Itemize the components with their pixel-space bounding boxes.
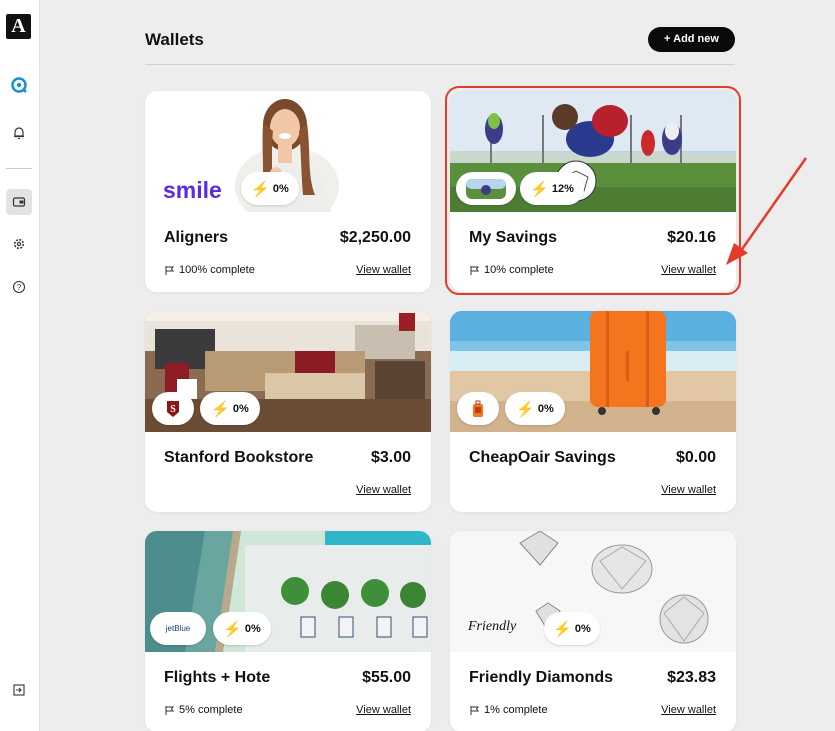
wallet-card[interactable]: ⚡ 12% My Savings $20.16 10% complete Vie…	[450, 91, 736, 292]
wallet-icon[interactable]	[6, 189, 32, 215]
wallet-name: Stanford Bookstore	[164, 449, 314, 466]
progress-text: 100% complete	[164, 264, 255, 276]
wallet-card[interactable]: Friendly ⚡ 0% Friendly Diamonds $23.83 1…	[450, 531, 736, 731]
logout-icon[interactable]	[8, 679, 30, 701]
wallet-card[interactable]: ⚡ 0% CheapOair Savings $0.00 View wallet	[450, 311, 736, 512]
flag-icon	[165, 705, 174, 715]
boost-value: 0%	[244, 622, 261, 635]
lightning-icon: ⚡	[223, 620, 242, 638]
brand-badge	[457, 392, 499, 425]
wallet-amount: $55.00	[362, 669, 411, 686]
boost-badge: ⚡ 0%	[241, 172, 299, 205]
view-wallet-link[interactable]: View wallet	[661, 704, 716, 716]
wallet-card[interactable]: smile ⚡ 0% Aligners $2,250.00 100% compl…	[145, 91, 431, 292]
lightning-icon: ⚡	[530, 180, 549, 198]
boost-badge: ⚡ 0%	[505, 392, 565, 425]
view-wallet-link[interactable]: View wallet	[661, 264, 716, 276]
progress-text: 1% complete	[469, 704, 548, 716]
brand-logo: jetBlue	[165, 624, 191, 633]
boost-value: 0%	[232, 402, 249, 415]
app-logo[interactable]: A	[6, 14, 31, 39]
brand-badge: jetBlue	[150, 612, 206, 645]
wallet-amount: $0.00	[675, 449, 716, 466]
bell-icon[interactable]	[8, 122, 30, 144]
boost-badge: ⚡ 0%	[544, 612, 600, 645]
wallet-card[interactable]: jetBlue ⚡ 0% Flights + Hote $55.00 5% co…	[145, 531, 431, 731]
flag-icon	[470, 705, 479, 715]
wallet-name: Friendly Diamonds	[469, 669, 614, 686]
boost-value: 0%	[272, 182, 289, 195]
brand-icon[interactable]	[8, 74, 30, 96]
lightning-icon: ⚡	[516, 400, 535, 418]
wallet-name: Flights + Hote	[164, 669, 271, 686]
boost-value: 0%	[574, 622, 591, 635]
flag-icon	[165, 265, 174, 275]
boost-badge: ⚡ 12%	[520, 172, 584, 205]
lightning-icon: ⚡	[251, 180, 270, 198]
wallet-amount: $2,250.00	[339, 229, 411, 246]
brand-badge	[456, 172, 516, 205]
boost-value: 0%	[537, 402, 554, 415]
wallet-name: CheapOair Savings	[469, 449, 616, 466]
wallet-name: My Savings	[469, 229, 558, 246]
progress-label: 5% complete	[179, 704, 243, 716]
progress-label: 100% complete	[179, 264, 255, 276]
gear-icon[interactable]	[8, 233, 30, 255]
progress-text: 10% complete	[469, 264, 554, 276]
svg-text:?: ?	[17, 283, 22, 292]
wallet-amount: $23.83	[667, 669, 716, 686]
brand-logo: Friendly	[468, 619, 517, 634]
stanford-logo-icon: S	[167, 400, 179, 417]
boost-value: 12%	[551, 182, 574, 195]
soccer-thumbnail-icon	[466, 178, 506, 199]
sidebar-divider	[6, 168, 32, 169]
wallet-amount: $3.00	[370, 449, 411, 466]
suitcase-icon	[473, 400, 483, 417]
progress-label: 1% complete	[484, 704, 548, 716]
brand-logo: smile	[163, 177, 222, 203]
add-new-button[interactable]: + Add new	[648, 27, 735, 52]
svg-text:S: S	[170, 404, 176, 415]
brand-badge: S	[152, 392, 194, 425]
wallet-amount: $20.16	[667, 229, 716, 246]
progress-text: 5% complete	[164, 704, 243, 716]
sidebar: A ?	[0, 0, 40, 731]
view-wallet-link[interactable]: View wallet	[356, 484, 411, 496]
wallet-name: Aligners	[164, 229, 229, 246]
view-wallet-link[interactable]: View wallet	[661, 484, 716, 496]
view-wallet-link[interactable]: View wallet	[356, 264, 411, 276]
page-title: Wallets	[145, 30, 204, 49]
annotation-arrow-icon	[726, 157, 808, 265]
header-divider	[145, 64, 735, 65]
flag-icon	[470, 265, 479, 275]
boost-badge: ⚡ 0%	[213, 612, 271, 645]
lightning-icon: ⚡	[553, 620, 572, 638]
boost-badge: ⚡ 0%	[200, 392, 260, 425]
help-icon[interactable]: ?	[8, 276, 30, 298]
view-wallet-link[interactable]: View wallet	[356, 704, 411, 716]
wallet-card[interactable]: S ⚡ 0% Stanford Bookstore $3.00 View wal…	[145, 311, 431, 512]
progress-label: 10% complete	[484, 264, 554, 276]
lightning-icon: ⚡	[211, 400, 230, 418]
